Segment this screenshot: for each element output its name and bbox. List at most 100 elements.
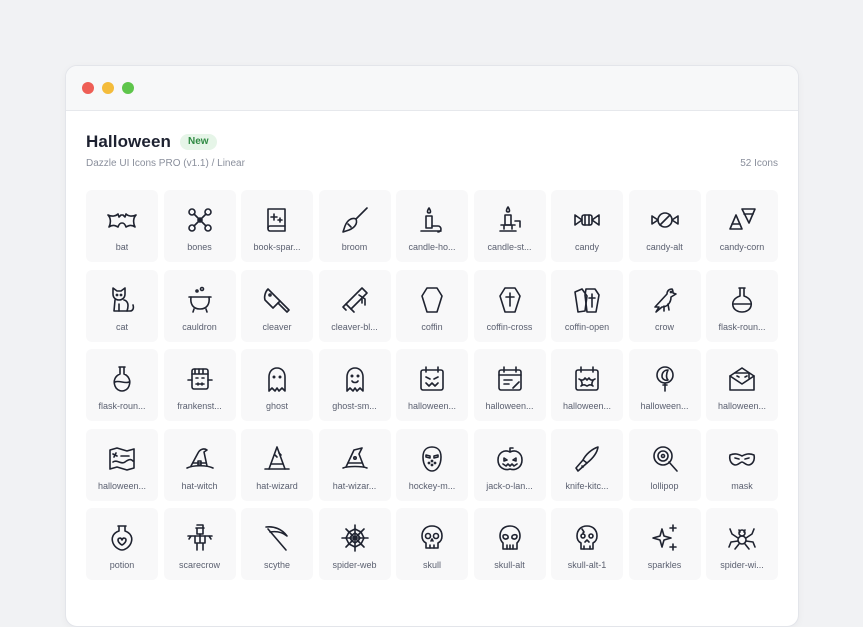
icon-tile-label: scarecrow	[178, 560, 220, 570]
icon-tile[interactable]: skull-alt	[473, 508, 546, 580]
icon-tile-label: scythe	[263, 560, 290, 570]
icon-tile[interactable]: spider-web	[318, 508, 391, 580]
icon-tile-label: halloween...	[97, 480, 147, 491]
broom-icon	[341, 207, 368, 233]
icon-tile[interactable]: halloween...	[396, 349, 468, 421]
icon-count: 52 Icons	[740, 158, 778, 169]
icon-tile[interactable]: halloween...	[551, 349, 623, 421]
minimize-window-button[interactable]	[102, 82, 114, 94]
icon-tile[interactable]: knife-kitc...	[551, 428, 623, 501]
icon-tile-label: coffin	[421, 321, 443, 332]
icon-tile[interactable]: ghost	[241, 349, 313, 421]
icon-tile[interactable]: halloween...	[628, 349, 701, 421]
new-badge: New	[179, 134, 217, 150]
icon-tile[interactable]: hat-wizar...	[318, 428, 391, 501]
icon-tile[interactable]: coffin-cross	[473, 269, 546, 342]
flask-round-icon	[731, 286, 753, 313]
lollipop-icon	[652, 445, 678, 472]
icon-tile-label: candle-ho...	[408, 242, 456, 252]
subtitle-row: Dazzle UI Icons PRO (v1.1) / Linear 52 I…	[86, 158, 778, 169]
bones-icon	[187, 208, 212, 232]
candle-holder-icon	[420, 207, 442, 233]
icon-tile[interactable]: ghost-sm...	[318, 349, 391, 421]
halloween-calendar-face-icon	[420, 366, 444, 391]
icon-tile[interactable]: halloween...	[706, 349, 778, 421]
icon-tile-label: candy-corn	[719, 242, 765, 252]
icon-tile[interactable]: candle-ho...	[396, 190, 468, 262]
icon-tile[interactable]: cat	[86, 269, 158, 342]
icon-tile-label: jack-o-lan...	[486, 480, 533, 491]
coffin-open-icon	[574, 287, 600, 313]
icon-tile[interactable]: scythe	[241, 508, 313, 580]
maximize-window-button[interactable]	[122, 82, 134, 94]
cat-icon	[112, 286, 135, 312]
icon-tile[interactable]: jack-o-lan...	[473, 428, 546, 501]
icon-tile-label: crow	[654, 321, 674, 332]
close-window-button[interactable]	[82, 82, 94, 94]
scarecrow-icon	[186, 524, 213, 551]
icon-tile[interactable]: cleaver	[241, 269, 313, 342]
icon-tile[interactable]: lollipop	[628, 428, 701, 501]
icon-tile[interactable]: coffin	[396, 269, 468, 342]
hat-wizard-alt-icon	[341, 446, 368, 469]
icon-tile[interactable]: broom	[318, 190, 391, 262]
icon-tile-label: spider-wi...	[720, 560, 764, 570]
icon-tile[interactable]: coffin-open	[551, 269, 623, 342]
icon-tile[interactable]: mask	[706, 428, 778, 501]
hat-wizard-icon	[264, 445, 290, 470]
icon-tile[interactable]: hockey-m...	[396, 428, 468, 501]
icon-tile[interactable]: candy-alt	[628, 190, 701, 262]
scythe-icon	[265, 526, 288, 551]
window-titlebar	[66, 66, 798, 111]
icon-tile-label: knife-kitc...	[565, 480, 609, 491]
icon-tile[interactable]: crow	[628, 269, 701, 342]
halloween-calendar-note-icon	[497, 366, 522, 391]
spider-web-alt-icon	[728, 528, 756, 550]
icon-tile[interactable]: candy	[551, 190, 623, 262]
icon-tile[interactable]: flask-roun...	[86, 349, 158, 421]
icon-tile[interactable]: frankenst...	[163, 349, 236, 421]
icon-tile[interactable]: potion	[86, 508, 158, 580]
icon-tile[interactable]: skull	[396, 508, 468, 580]
icon-tile[interactable]: halloween...	[473, 349, 546, 421]
icon-tile-label: coffin-open	[564, 321, 610, 332]
skull-alt-icon	[498, 525, 521, 550]
icon-tile-label: candy-alt	[646, 242, 683, 252]
skull-icon	[421, 525, 443, 549]
icon-tile-label: coffin-cross	[486, 321, 533, 332]
candy-icon	[574, 214, 600, 226]
icon-tile[interactable]: candle-st...	[473, 190, 546, 262]
icon-tile[interactable]: cleaver-bl...	[318, 269, 391, 342]
coffin-icon	[421, 286, 443, 313]
icon-tile[interactable]: hat-witch	[163, 428, 236, 501]
potion-icon	[111, 525, 133, 551]
hat-witch-icon	[185, 447, 214, 469]
icon-tile-label: ghost-sm...	[332, 401, 377, 411]
icon-tile-label: skull-alt-1	[567, 560, 607, 570]
icon-tile[interactable]: bones	[163, 190, 236, 262]
icon-tile[interactable]: bat	[86, 190, 158, 262]
icon-tile[interactable]: spider-wi...	[706, 508, 778, 580]
icon-tile-label: skull	[422, 560, 441, 570]
icon-tile[interactable]: cauldron	[163, 269, 236, 342]
icon-tile[interactable]: sparkles	[628, 508, 701, 580]
icon-tile[interactable]: skull-alt-1	[551, 508, 623, 580]
icon-tile[interactable]: candy-corn	[706, 190, 778, 262]
icon-tile-label: frankenst...	[177, 401, 222, 411]
icon-tile[interactable]: scarecrow	[163, 508, 236, 580]
icon-tile-label: broom	[341, 242, 368, 252]
icon-tile[interactable]: halloween...	[86, 428, 158, 501]
icon-tile-label: hockey-m...	[408, 480, 456, 491]
icon-tile-label: candle-st...	[487, 242, 532, 252]
icon-tile[interactable]: book-spar...	[241, 190, 313, 262]
icon-tile-label: halloween...	[717, 401, 767, 411]
icon-tile-label: cauldron	[182, 321, 217, 332]
hockey-mask-icon	[422, 445, 442, 472]
mask-icon	[728, 452, 756, 466]
halloween-calendar-bat-icon	[575, 366, 599, 391]
icon-tile-label: halloween...	[485, 401, 534, 411]
sparkles-icon	[651, 524, 677, 551]
icon-tile[interactable]: hat-wizard	[241, 428, 313, 501]
icon-tile-label: halloween...	[407, 401, 457, 411]
icon-tile[interactable]: flask-roun...	[706, 269, 778, 342]
